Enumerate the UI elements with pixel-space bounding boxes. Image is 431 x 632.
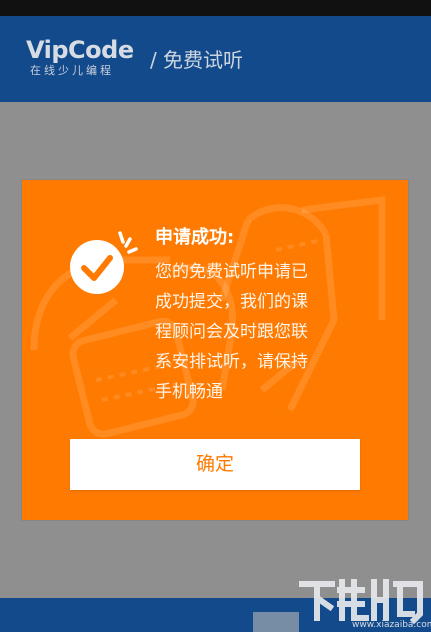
dialog-message-line: 您的免费试听申请已	[155, 262, 308, 282]
header-separator: /	[150, 48, 157, 72]
confirm-button[interactable]: 确定	[70, 439, 360, 490]
success-check-icon	[70, 231, 138, 294]
page-title: 免费试听	[163, 48, 243, 72]
top-header: VipCode 在线少儿编程 / 免费试听	[0, 16, 431, 102]
dialog-message-line: 系安排试听，请保持	[155, 352, 308, 372]
logo-subtitle: 在线少儿编程	[30, 64, 114, 77]
vipcode-logo[interactable]: VipCode 在线少儿编程	[26, 36, 144, 77]
dialog-message-line: 手机畅通	[155, 382, 223, 402]
download-site-watermark-logo	[299, 579, 423, 625]
status-bar	[0, 0, 431, 16]
blurred-element	[253, 612, 299, 632]
dialog-message-line: 程顾问会及时跟您联	[155, 322, 308, 342]
logo-wordmark: VipCode	[26, 36, 134, 64]
dialog-message-line: 成功提交，我们的课	[155, 292, 308, 312]
success-dialog: 申请成功: 您的免费试听申请已 成功提交，我们的课 程顾问会及时跟您联 系安排试…	[22, 180, 408, 520]
site-url-watermark: www.xiazaiba.com	[352, 620, 431, 630]
dialog-title: 申请成功:	[155, 227, 235, 248]
